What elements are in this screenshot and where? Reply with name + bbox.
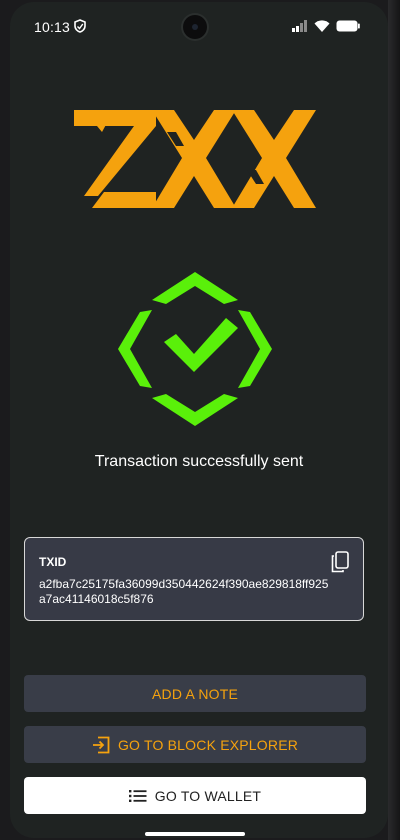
shield-icon	[74, 19, 86, 33]
add-note-label: ADD A NOTE	[151, 685, 239, 702]
checkmark-icon	[118, 272, 272, 426]
block-explorer-button[interactable]: GO TO BLOCK EXPLORER	[24, 726, 366, 763]
phone-frame: 10:13 Transaction successfully sent TXID…	[0, 0, 400, 840]
open-external-icon	[92, 736, 110, 753]
status-bar: 10:13	[10, 2, 388, 50]
go-to-wallet-label: GO TO WALLET	[154, 787, 262, 804]
front-camera	[183, 15, 207, 39]
txid-value: a2fba7c25175fa36099d350442624f390ae82981…	[39, 577, 329, 606]
battery-icon	[336, 20, 360, 32]
brand-logo	[74, 110, 316, 208]
list-icon	[128, 789, 147, 802]
home-indicator[interactable]	[145, 832, 245, 836]
copy-icon[interactable]	[331, 551, 349, 573]
app-screen: 10:13 Transaction successfully sent TXID…	[10, 2, 388, 838]
device-edge	[388, 0, 400, 840]
add-note-button[interactable]: ADD A NOTE	[24, 675, 366, 712]
wifi-icon	[314, 20, 330, 32]
go-to-wallet-button[interactable]: GO TO WALLET	[24, 777, 366, 814]
status-icons	[292, 19, 360, 33]
signal-icon	[292, 20, 307, 32]
block-explorer-label: GO TO BLOCK EXPLORER	[117, 736, 299, 753]
status-time: 10:13	[34, 19, 71, 35]
txid-card: TXID a2fba7c25175fa36099d350442624f390ae…	[24, 537, 364, 621]
success-message: Transaction successfully sent	[94, 453, 304, 470]
txid-label: TXID	[39, 555, 67, 569]
